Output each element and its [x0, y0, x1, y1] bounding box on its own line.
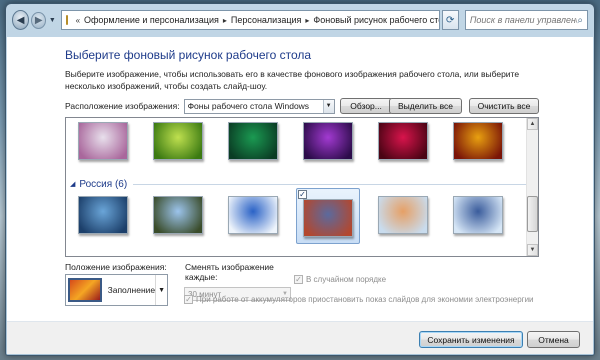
wallpaper-thumbnail-snow-sky[interactable] [228, 196, 278, 234]
control-panel-folder-icon [65, 15, 68, 25]
thumbnail-row-plants [66, 118, 528, 170]
wallpaper-thumbnail-frozen-lake[interactable] [453, 196, 503, 234]
page-description: Выберите изображение, чтобы использовать… [65, 69, 520, 91]
refresh-icon: ⟳ [446, 14, 455, 26]
address-bar[interactable]: « Оформление и персонализация ▸ Персонал… [60, 10, 440, 30]
thumbnail-checkbox[interactable]: ✓ [298, 190, 307, 199]
wallpaper-gallery[interactable]: ◢ Россия (6) ✓ ▲ ▼ [65, 117, 539, 257]
battery-pause-label: При работе от аккумуляторов приостановит… [196, 295, 534, 304]
search-input[interactable] [469, 15, 578, 25]
group-title: Россия (6) [79, 178, 128, 190]
shuffle-label: В случайном порядке [306, 275, 387, 284]
search-icon: ⌕ [577, 14, 583, 26]
main-content: Выберите фоновый рисунок рабочего стола … [7, 37, 593, 354]
chevron-right-icon[interactable]: ▸ [305, 16, 309, 25]
wallpaper-thumbnail-windmill[interactable] [153, 196, 203, 234]
breadcrumb-appearance[interactable]: Оформление и персонализация [84, 15, 219, 25]
forward-button[interactable]: ▶ [31, 11, 47, 29]
wallpaper-thumbnail-lake-mountains[interactable] [78, 196, 128, 234]
checkbox-icon[interactable]: ✓ [184, 295, 193, 304]
location-row: Расположение изображения: Фоны рабочего … [65, 97, 539, 115]
fill-preview-icon [68, 278, 102, 302]
navigation-bar: ◀ ▶ ▼ « Оформление и персонализация ▸ Пе… [6, 4, 594, 36]
control-panel-window: ◀ ▶ ▼ « Оформление и персонализация ▸ Пе… [5, 3, 595, 356]
dialog-footer: Сохранить изменения Отмена [7, 321, 593, 354]
wallpaper-thumbnail-white-flower[interactable] [78, 122, 128, 160]
scroll-thumb[interactable] [527, 196, 538, 232]
thumbnail-row-russia: ✓ [66, 188, 528, 244]
recent-pages-dropdown[interactable]: ▼ [48, 17, 57, 24]
checkbox-icon[interactable]: ✓ [294, 275, 303, 284]
wallpaper-thumbnail-red-square[interactable] [303, 199, 353, 237]
wallpaper-thumbnail-red-flower[interactable] [378, 122, 428, 160]
scroll-up-button[interactable]: ▲ [527, 118, 538, 130]
breadcrumb-personalization[interactable]: Персонализация [231, 15, 302, 25]
wallpaper-thumbnail-orange-leaves[interactable] [453, 122, 503, 160]
group-divider [133, 183, 532, 185]
chevron-icon: « [75, 15, 81, 25]
shuffle-checkbox[interactable]: ✓ В случайном порядке [294, 275, 386, 284]
breadcrumb-desktop-background[interactable]: Фоновый рисунок рабочего стола [313, 15, 438, 25]
refresh-button[interactable]: ⟳ [441, 10, 459, 30]
wallpaper-thumbnail-green-succulent[interactable] [153, 122, 203, 160]
change-interval-label: Сменять изображение каждые: [185, 262, 274, 282]
chevron-down-icon[interactable]: ▼ [155, 275, 167, 305]
select-all-button[interactable]: Выделить все [389, 98, 462, 114]
chevron-down-icon[interactable]: ▼ [322, 99, 334, 113]
position-select[interactable]: Заполнение ▼ [65, 274, 168, 306]
back-button[interactable]: ◀ [12, 10, 30, 30]
wallpaper-thumbnail-purple-thistle[interactable] [303, 122, 353, 160]
location-value: Фоны рабочего стола Windows [187, 101, 310, 111]
browse-button[interactable]: Обзор... [339, 98, 393, 114]
location-label: Расположение изображения: [65, 101, 180, 111]
location-select[interactable]: Фоны рабочего стола Windows ▼ [183, 98, 335, 114]
save-changes-button[interactable]: Сохранить изменения [419, 331, 523, 348]
search-box[interactable]: ⌕ [464, 10, 588, 30]
scroll-down-button[interactable]: ▼ [527, 244, 538, 256]
cancel-button[interactable]: Отмена [527, 331, 580, 348]
position-value: Заполнение [107, 285, 156, 295]
position-label: Положение изображения: [65, 262, 167, 272]
clear-all-button[interactable]: Очистить все [469, 98, 539, 114]
forward-arrow-icon: ▶ [34, 14, 43, 26]
back-arrow-icon: ◀ [16, 14, 25, 26]
battery-pause-checkbox[interactable]: ✓ При работе от аккумуляторов приостанов… [184, 295, 534, 304]
gallery-scrollbar[interactable]: ▲ ▼ [526, 118, 538, 256]
page-title: Выберите фоновый рисунок рабочего стола [65, 48, 312, 62]
wallpaper-thumbnail-green-leaves[interactable] [228, 122, 278, 160]
collapse-triangle-icon[interactable]: ◢ [70, 180, 75, 188]
wallpaper-thumbnail-winter-house[interactable] [378, 196, 428, 234]
chevron-right-icon[interactable]: ▸ [223, 16, 227, 25]
